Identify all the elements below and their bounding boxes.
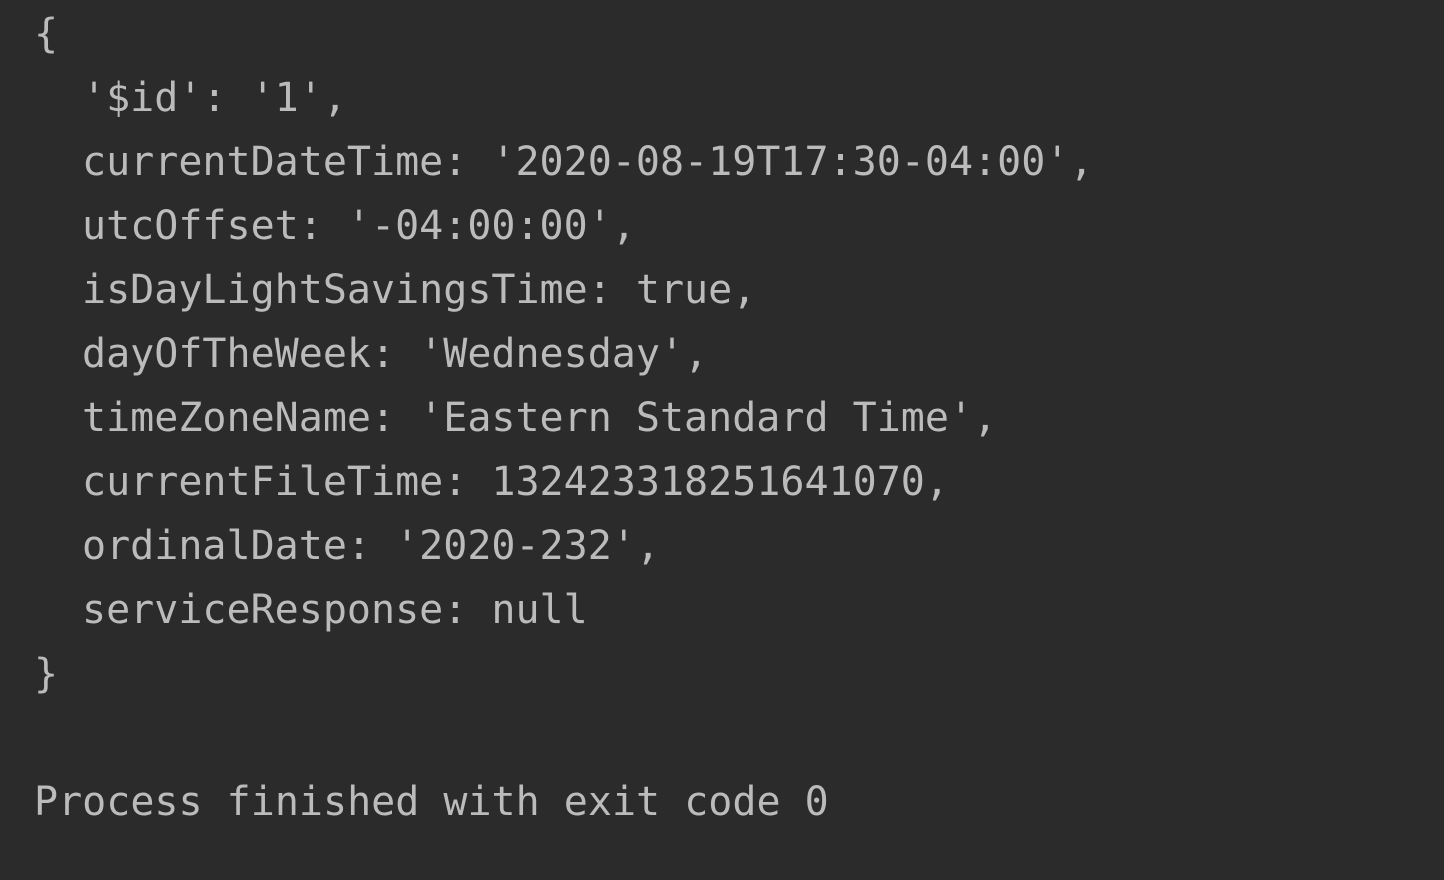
open-brace: { bbox=[34, 11, 59, 57]
console-line-ordinal-date: ordinalDate: '2020-232', bbox=[82, 523, 660, 569]
console-line-service-response: serviceResponse: null bbox=[82, 587, 588, 633]
console-output: { '$id': '1', currentDateTime: '2020-08-… bbox=[34, 0, 1434, 880]
process-status: Process finished with exit code 0 bbox=[34, 779, 829, 825]
console-line-id: '$id': '1', bbox=[82, 75, 347, 121]
console-line-time-zone-name: timeZoneName: 'Eastern Standard Time', bbox=[82, 395, 998, 441]
console-line-utc-offset: utcOffset: '-04:00:00', bbox=[82, 203, 636, 249]
console-line-is-daylight-savings: isDayLightSavingsTime: true, bbox=[82, 267, 757, 313]
console-line-day-of-week: dayOfTheWeek: 'Wednesday', bbox=[82, 331, 709, 377]
console-line-current-date-time: currentDateTime: '2020-08-19T17:30-04:00… bbox=[82, 139, 1094, 185]
console-line-current-file-time: currentFileTime: 132423318251641070, bbox=[82, 459, 949, 505]
close-brace: } bbox=[34, 651, 59, 697]
